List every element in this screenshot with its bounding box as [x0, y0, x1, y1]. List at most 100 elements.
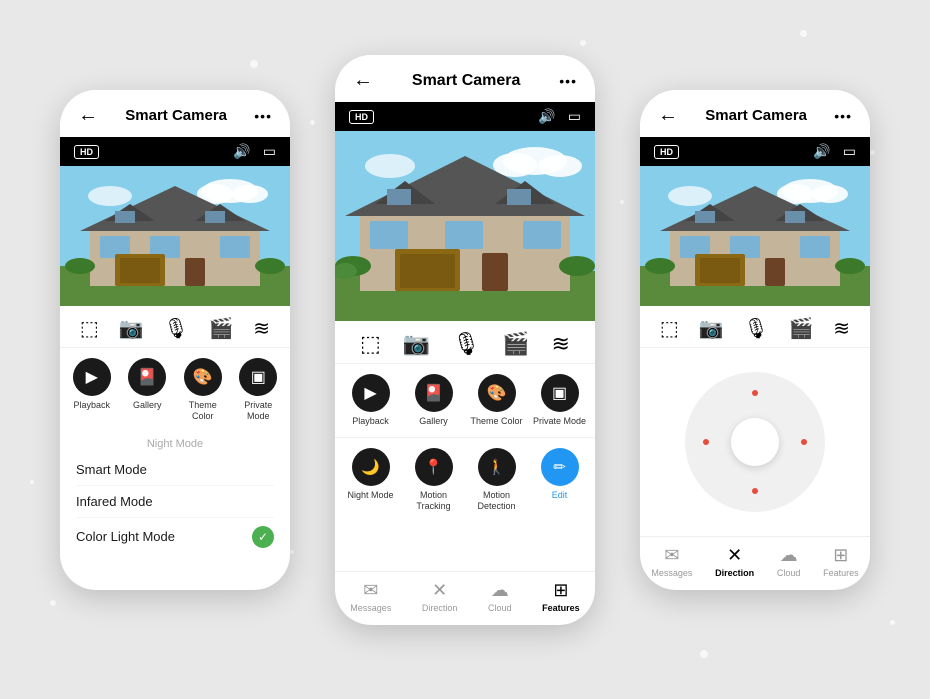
r-nav-direction[interactable]: ✕ Direction	[715, 545, 754, 578]
left-hd-badge: HD	[74, 145, 99, 159]
c-icon-mic[interactable]: 🎙	[452, 331, 480, 357]
icon-filter[interactable]: ≋	[253, 316, 270, 341]
night-mode-section: Night Mode Smart Mode Infared Mode Color…	[60, 432, 290, 562]
c-nav-direction[interactable]: ✕ Direction	[422, 580, 458, 613]
phone-right: ← Smart Camera ••• HD 🔊 ▭	[640, 90, 870, 590]
playback-icon: ▶	[73, 358, 111, 396]
c-feature-tracking[interactable]: 📍 Motion Tracking	[406, 448, 461, 512]
feature-theme-color[interactable]: 🎨 Theme Color	[179, 358, 227, 422]
left-more-icon[interactable]: •••	[254, 108, 272, 124]
c-nav-cloud[interactable]: ☁ Cloud	[488, 580, 512, 613]
r-nav-features[interactable]: ⊞ Features	[823, 545, 859, 578]
c-messages-label: Messages	[350, 603, 391, 613]
feature-private-mode[interactable]: ▣ Private Mode	[235, 358, 283, 422]
smart-mode-item[interactable]: Smart Mode	[76, 454, 274, 486]
r-icon-mic[interactable]: 🎙	[743, 316, 768, 341]
center-feature-grid-1: ▶ Playback 🎴 Gallery 🎨 Theme Color ▣ Pri…	[335, 364, 595, 437]
c-feature-theme[interactable]: 🎨 Theme Color	[469, 374, 524, 427]
c-feature-private[interactable]: ▣ Private Mode	[532, 374, 587, 427]
c-private-label: Private Mode	[533, 416, 586, 427]
right-hd-badge: HD	[654, 145, 679, 159]
c-direction-label: Direction	[422, 603, 458, 613]
icon-fullscreen[interactable]: ⬚	[80, 316, 99, 341]
right-phone-header: ← Smart Camera •••	[640, 90, 870, 137]
gallery-icon: 🎴	[128, 358, 166, 396]
c-detection-label: Motion Detection	[469, 490, 524, 512]
right-video-bar: HD 🔊 ▭	[640, 137, 870, 166]
right-screen-icon[interactable]: ▭	[843, 143, 856, 160]
c-icon-camera[interactable]: 📷	[403, 331, 430, 357]
dpad-dot-right	[801, 439, 807, 445]
c-gallery-label: Gallery	[419, 416, 448, 427]
center-audio-icon[interactable]: 🔊	[538, 108, 555, 125]
feature-playback[interactable]: ▶ Playback	[68, 358, 116, 422]
center-icon-row: ⬚ 📷 🎙 🎬 ≋	[335, 321, 595, 364]
r-icon-fullscreen[interactable]: ⬚	[660, 316, 679, 341]
right-icon-row: ⬚ 📷 🎙 🎬 ≋	[640, 306, 870, 348]
dpad-dot-left	[703, 439, 709, 445]
center-video-controls: 🔊 ▭	[538, 108, 581, 125]
center-more-icon[interactable]: •••	[559, 73, 577, 89]
icon-camera[interactable]: 📷	[119, 316, 144, 341]
c-icon-filter[interactable]: ≋	[552, 331, 570, 357]
c-feature-night[interactable]: 🌙 Night Mode	[343, 448, 398, 512]
c-playback-label: Playback	[352, 416, 389, 427]
c-detection-icon: 🚶	[478, 448, 516, 486]
r-messages-icon: ✉	[664, 545, 679, 566]
center-screen-icon[interactable]: ▭	[568, 108, 581, 125]
icon-mic[interactable]: 🎙	[163, 316, 188, 341]
center-bottom-nav: ✉ Messages ✕ Direction ☁ Cloud ⊞ Feature…	[335, 571, 595, 625]
c-feature-detection[interactable]: 🚶 Motion Detection	[469, 448, 524, 512]
left-video-controls: 🔊 ▭	[233, 143, 276, 160]
r-direction-label: Direction	[715, 568, 754, 578]
left-title: Smart Camera	[125, 107, 227, 124]
c-night-label: Night Mode	[347, 490, 393, 501]
center-back-icon[interactable]: ←	[353, 69, 373, 92]
smart-mode-label: Smart Mode	[76, 462, 147, 477]
c-feature-edit[interactable]: ✏ Edit	[532, 448, 587, 512]
right-video-controls: 🔊 ▭	[813, 143, 856, 160]
color-light-mode-label: Color Light Mode	[76, 529, 175, 544]
center-phone-header: ← Smart Camera •••	[335, 55, 595, 102]
right-back-icon[interactable]: ←	[658, 104, 678, 127]
r-nav-messages[interactable]: ✉ Messages	[651, 545, 692, 578]
c-icon-fullscreen[interactable]: ⬚	[360, 331, 381, 357]
dpad-dot-bottom	[752, 488, 758, 494]
r-icon-camera[interactable]: 📷	[699, 316, 724, 341]
left-back-icon[interactable]: ←	[78, 104, 98, 127]
c-night-icon: 🌙	[352, 448, 390, 486]
right-title: Smart Camera	[705, 107, 807, 124]
left-audio-icon[interactable]: 🔊	[233, 143, 250, 160]
c-cloud-label: Cloud	[488, 603, 512, 613]
r-icon-filter[interactable]: ≋	[833, 316, 850, 341]
c-nav-messages[interactable]: ✉ Messages	[350, 580, 391, 613]
c-private-icon: ▣	[541, 374, 579, 412]
left-screen-icon[interactable]: ▭	[263, 143, 276, 160]
c-icon-video[interactable]: 🎬	[502, 331, 529, 357]
feature-gallery[interactable]: 🎴 Gallery	[124, 358, 172, 422]
playback-label: Playback	[73, 400, 110, 411]
c-feature-playback[interactable]: ▶ Playback	[343, 374, 398, 427]
right-house-image	[640, 166, 870, 306]
c-tracking-icon: 📍	[415, 448, 453, 486]
right-audio-icon[interactable]: 🔊	[813, 143, 830, 160]
r-messages-label: Messages	[651, 568, 692, 578]
c-messages-icon: ✉	[363, 580, 378, 601]
c-feature-gallery[interactable]: 🎴 Gallery	[406, 374, 461, 427]
c-features-label: Features	[542, 603, 580, 613]
direction-pad-area	[640, 348, 870, 536]
infared-mode-item[interactable]: Infared Mode	[76, 486, 274, 518]
c-edit-label: Edit	[552, 490, 568, 501]
c-nav-features[interactable]: ⊞ Features	[542, 580, 580, 613]
color-light-mode-item[interactable]: Color Light Mode ✓	[76, 518, 274, 556]
dpad-dot-top	[752, 390, 758, 396]
r-nav-cloud[interactable]: ☁ Cloud	[777, 545, 801, 578]
right-more-icon[interactable]: •••	[834, 108, 852, 124]
dpad-center-button[interactable]	[731, 418, 779, 466]
r-icon-video[interactable]: 🎬	[789, 316, 814, 341]
dpad-outer[interactable]	[685, 372, 825, 512]
private-label: Private Mode	[235, 400, 283, 422]
center-feature-grid-2: 🌙 Night Mode 📍 Motion Tracking 🚶 Motion …	[335, 437, 595, 522]
private-icon: ▣	[239, 358, 277, 396]
icon-video[interactable]: 🎬	[209, 316, 234, 341]
